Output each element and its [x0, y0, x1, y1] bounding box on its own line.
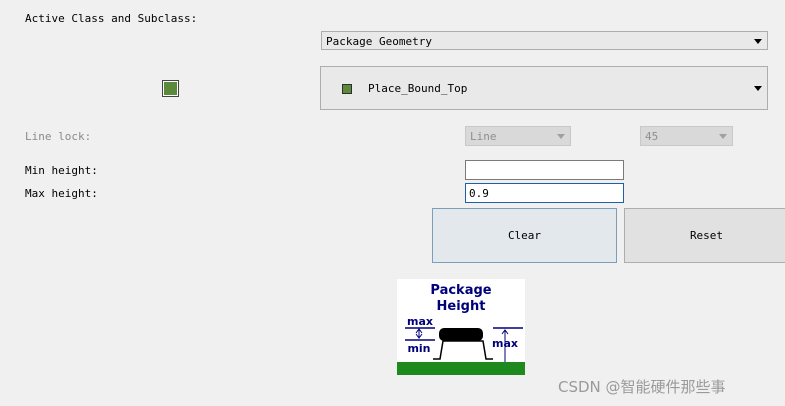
line-lock-angle-value: 45: [645, 130, 659, 143]
max-height-input[interactable]: [466, 184, 623, 202]
package-top-icon: [439, 328, 483, 341]
line-lock-type-dropdown[interactable]: Line: [465, 126, 571, 146]
line-lock-type-value: Line: [470, 130, 497, 143]
package-height-diagram: Package Height max min max: [397, 279, 525, 375]
subclass-color-icon: [342, 84, 352, 94]
clear-button[interactable]: Clear: [432, 208, 617, 263]
min-height-field[interactable]: [465, 160, 624, 180]
chevron-down-icon: [719, 134, 727, 139]
package-outline: [433, 340, 493, 360]
color-swatch-icon: [164, 82, 177, 95]
chevron-down-icon: [754, 38, 762, 44]
line-lock-angle-dropdown[interactable]: 45: [640, 126, 733, 146]
diagram-min-left: min: [407, 342, 430, 355]
diagram-max-right: max: [492, 337, 518, 350]
class-dropdown[interactable]: Package Geometry: [321, 31, 768, 50]
line-lock-label: Line lock:: [25, 130, 92, 143]
watermark-text: CSDN @智能硬件那些事: [558, 378, 726, 396]
max-height-field[interactable]: [465, 183, 624, 203]
min-height-label: Min height:: [25, 164, 98, 177]
chevron-down-icon: [754, 86, 762, 91]
class-dropdown-value: Package Geometry: [326, 35, 432, 48]
subclass-dropdown[interactable]: Place_Bound_Top: [320, 66, 768, 110]
chevron-down-icon: [557, 134, 565, 139]
subclass-color-button[interactable]: [162, 80, 179, 97]
board-ground: [397, 362, 525, 375]
active-class-label: Active Class and Subclass:: [25, 12, 198, 25]
diagram-title-line1: Package: [430, 283, 491, 298]
subclass-dropdown-value: Place_Bound_Top: [368, 82, 468, 95]
reset-button[interactable]: Reset: [624, 208, 785, 263]
min-height-input[interactable]: [466, 161, 623, 179]
max-height-label: Max height:: [25, 187, 98, 200]
diagram-max-left: max: [407, 315, 433, 328]
package-height-illustration: Package Height max min max: [397, 283, 525, 375]
diagram-title-line2: Height: [437, 299, 486, 314]
